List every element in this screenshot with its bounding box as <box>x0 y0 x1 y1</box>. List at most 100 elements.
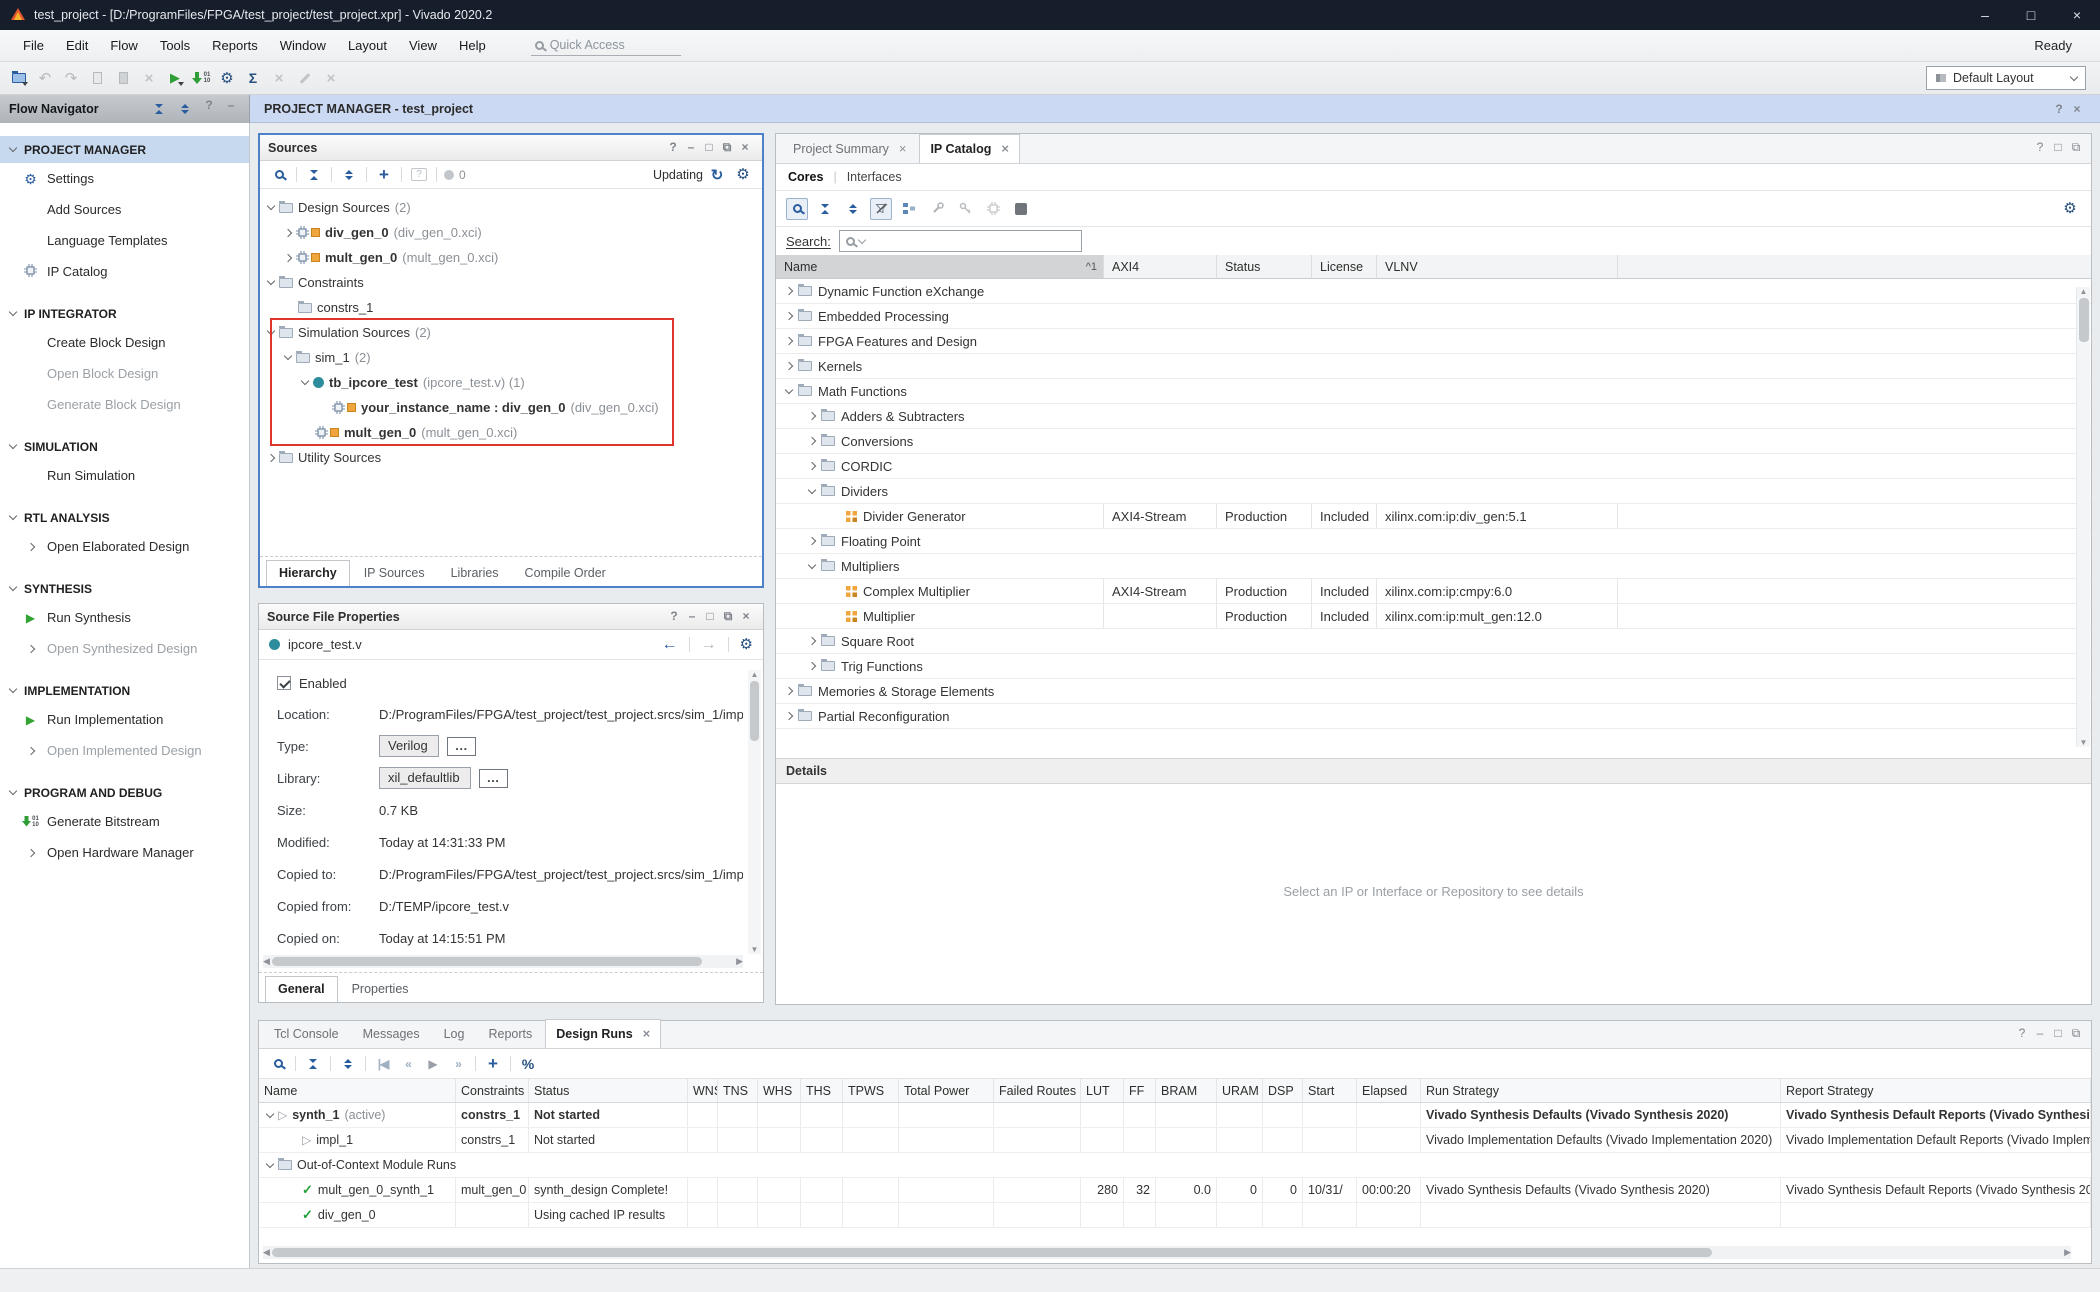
caret-right-icon[interactable] <box>785 687 793 695</box>
menu-file[interactable]: File <box>12 34 55 57</box>
properties-vertical-scrollbar[interactable]: ▲ ▼ <box>748 670 761 954</box>
sources-tree-item-your-instance-name-div-gen-0[interactable]: your_instance_name : div_gen_0 (div_gen_… <box>260 395 762 420</box>
caret-right-icon[interactable] <box>267 453 275 461</box>
float-icon[interactable]: ⧉ <box>2067 1026 2085 1041</box>
caret-right-icon[interactable] <box>284 228 292 236</box>
maximize-icon[interactable]: □ <box>2049 1026 2067 1041</box>
add-icon[interactable]: + <box>482 1053 504 1075</box>
collapse-all-icon[interactable] <box>814 198 836 220</box>
sources-tree-item-design-sources[interactable]: Design Sources (2) <box>260 195 762 220</box>
sources-tree-item-constraints[interactable]: Constraints <box>260 270 762 295</box>
catalog-row-kernels[interactable]: Kernels <box>776 354 2091 379</box>
refresh-icon[interactable]: ↻ <box>706 164 728 186</box>
design-runs-horizontal-scrollbar[interactable]: ◀▶ <box>263 1246 2071 1259</box>
expand-all-icon[interactable] <box>338 164 360 186</box>
add-icon[interactable]: + <box>373 164 395 186</box>
collapse-all-icon[interactable] <box>148 98 170 120</box>
close-icon[interactable]: × <box>2068 102 2086 116</box>
caret-down-icon[interactable] <box>808 560 816 568</box>
minimize-icon[interactable]: – <box>2031 1026 2049 1041</box>
properties-horizontal-scrollbar[interactable]: ◀▶ <box>263 955 743 968</box>
subtab-cores[interactable]: Cores <box>788 170 823 184</box>
column-header-lut[interactable]: LUT <box>1081 1079 1124 1102</box>
browse-button[interactable]: … <box>447 737 476 756</box>
caret-down-icon[interactable] <box>267 327 275 335</box>
generate-bitstream-icon[interactable]: 0110 <box>190 67 212 89</box>
float-icon[interactable]: ⧉ <box>2067 140 2085 155</box>
column-header-name[interactable]: Name^1 <box>776 255 1104 278</box>
sources-tab-libraries[interactable]: Libraries <box>439 561 511 586</box>
caret-right-icon[interactable] <box>785 312 793 320</box>
layout-selector[interactable]: Default Layout <box>1926 66 2086 90</box>
browse-button[interactable]: … <box>479 769 508 788</box>
catalog-row-conversions[interactable]: Conversions <box>776 429 2091 454</box>
sources-tree-item-sim-1[interactable]: sim_1 (2) <box>260 345 762 370</box>
column-header-failed-routes[interactable]: Failed Routes <box>994 1079 1081 1102</box>
flow-item-run-synthesis[interactable]: ▶Run Synthesis <box>0 602 249 633</box>
help-icon[interactable]: ? <box>2013 1026 2031 1041</box>
sources-tree-item-mult-gen-0[interactable]: mult_gen_0 (mult_gen_0.xci) <box>260 245 762 270</box>
help-icon[interactable]: ? <box>665 609 683 624</box>
workspace-tab-project-summary[interactable]: Project Summary× <box>782 134 917 163</box>
catalog-row-cordic[interactable]: CORDIC <box>776 454 2091 479</box>
properties-tab-properties[interactable]: Properties <box>340 977 421 1002</box>
maximize-icon[interactable]: □ <box>701 609 719 624</box>
bottom-tab-reports[interactable]: Reports <box>477 1020 543 1048</box>
caret-down-icon[interactable] <box>808 485 816 493</box>
settings-gear-icon[interactable]: ⚙ <box>732 164 754 186</box>
menu-tools[interactable]: Tools <box>149 34 201 57</box>
design-run-row-mult-gen-0-synth-1[interactable]: ✓mult_gen_0_synth_1mult_gen_0synth_desig… <box>259 1178 2091 1203</box>
quick-access-input[interactable]: Quick Access <box>531 35 681 56</box>
settings-gear-icon[interactable]: ⚙ <box>2059 198 2081 220</box>
caret-right-icon[interactable] <box>808 662 816 670</box>
float-icon[interactable]: ⧉ <box>718 140 736 155</box>
settings-gear-icon[interactable]: ⚙ <box>216 67 238 89</box>
filter-icon[interactable] <box>870 198 892 220</box>
sources-tab-hierarchy[interactable]: Hierarchy <box>266 560 350 586</box>
column-header-axi4[interactable]: AXI4 <box>1104 255 1217 278</box>
minimize-icon[interactable]: – <box>682 140 700 155</box>
design-run-row-div-gen-0[interactable]: ✓div_gen_0Using cached IP results <box>259 1203 2091 1228</box>
column-header-report-strategy[interactable]: Report Strategy <box>1781 1079 2091 1102</box>
catalog-row-adders-subtracters[interactable]: Adders & Subtracters <box>776 404 2091 429</box>
flow-item-ip-catalog[interactable]: IP Catalog <box>0 256 249 287</box>
maximize-icon[interactable]: □ <box>2049 140 2067 155</box>
column-header-total-power[interactable]: Total Power <box>899 1079 994 1102</box>
gear-icon[interactable]: ⚙ <box>740 637 753 652</box>
column-header-start[interactable]: Start <box>1303 1079 1357 1102</box>
caret-right-icon[interactable] <box>808 412 816 420</box>
sources-tree-item-constrs-1[interactable]: constrs_1 <box>260 295 762 320</box>
flow-item-run-simulation[interactable]: Run Simulation <box>0 460 249 491</box>
column-header-tpws[interactable]: TPWS <box>843 1079 899 1102</box>
menu-reports[interactable]: Reports <box>201 34 269 57</box>
sources-tree-item-div-gen-0[interactable]: div_gen_0 (div_gen_0.xci) <box>260 220 762 245</box>
caret-right-icon[interactable] <box>785 362 793 370</box>
column-header-dsp[interactable]: DSP <box>1263 1079 1303 1102</box>
caret-right-icon[interactable] <box>284 253 292 261</box>
help-icon[interactable]: ? <box>2050 102 2068 116</box>
close-icon[interactable]: × <box>1001 141 1009 156</box>
column-header-name[interactable]: Name <box>259 1079 456 1102</box>
catalog-row-floating-point[interactable]: Floating Point <box>776 529 2091 554</box>
flow-item-open-implemented-design[interactable]: Open Implemented Design <box>0 735 249 766</box>
open-project-icon[interactable] <box>8 67 30 89</box>
caret-down-icon[interactable] <box>267 277 275 285</box>
flow-item-open-synthesized-design[interactable]: Open Synthesized Design <box>0 633 249 664</box>
flow-section-header-project-manager[interactable]: PROJECT MANAGER <box>0 136 249 163</box>
flow-item-open-elaborated-design[interactable]: Open Elaborated Design <box>0 531 249 562</box>
help-icon[interactable]: ? <box>2031 140 2049 155</box>
search-icon[interactable] <box>268 164 290 186</box>
flow-item-language-templates[interactable]: Language Templates <box>0 225 249 256</box>
close-icon[interactable]: × <box>736 140 754 155</box>
flow-section-header-simulation[interactable]: SIMULATION <box>0 433 249 460</box>
catalog-row-fpga-features-and-design[interactable]: FPGA Features and Design <box>776 329 2091 354</box>
flow-section-header-ip-integrator[interactable]: IP INTEGRATOR <box>0 300 249 327</box>
first-icon[interactable]: |◀ <box>372 1053 394 1075</box>
minimize-icon[interactable]: – <box>1962 0 2008 30</box>
caret-right-icon[interactable] <box>808 537 816 545</box>
column-header-vlnv[interactable]: VLNV <box>1377 255 1618 278</box>
column-header-elapsed[interactable]: Elapsed <box>1357 1079 1421 1102</box>
caret-right-icon[interactable] <box>785 712 793 720</box>
sources-tree-item-tb-ipcore-test[interactable]: tb_ipcore_test (ipcore_test.v) (1) <box>260 370 762 395</box>
group-by-icon[interactable] <box>898 198 920 220</box>
